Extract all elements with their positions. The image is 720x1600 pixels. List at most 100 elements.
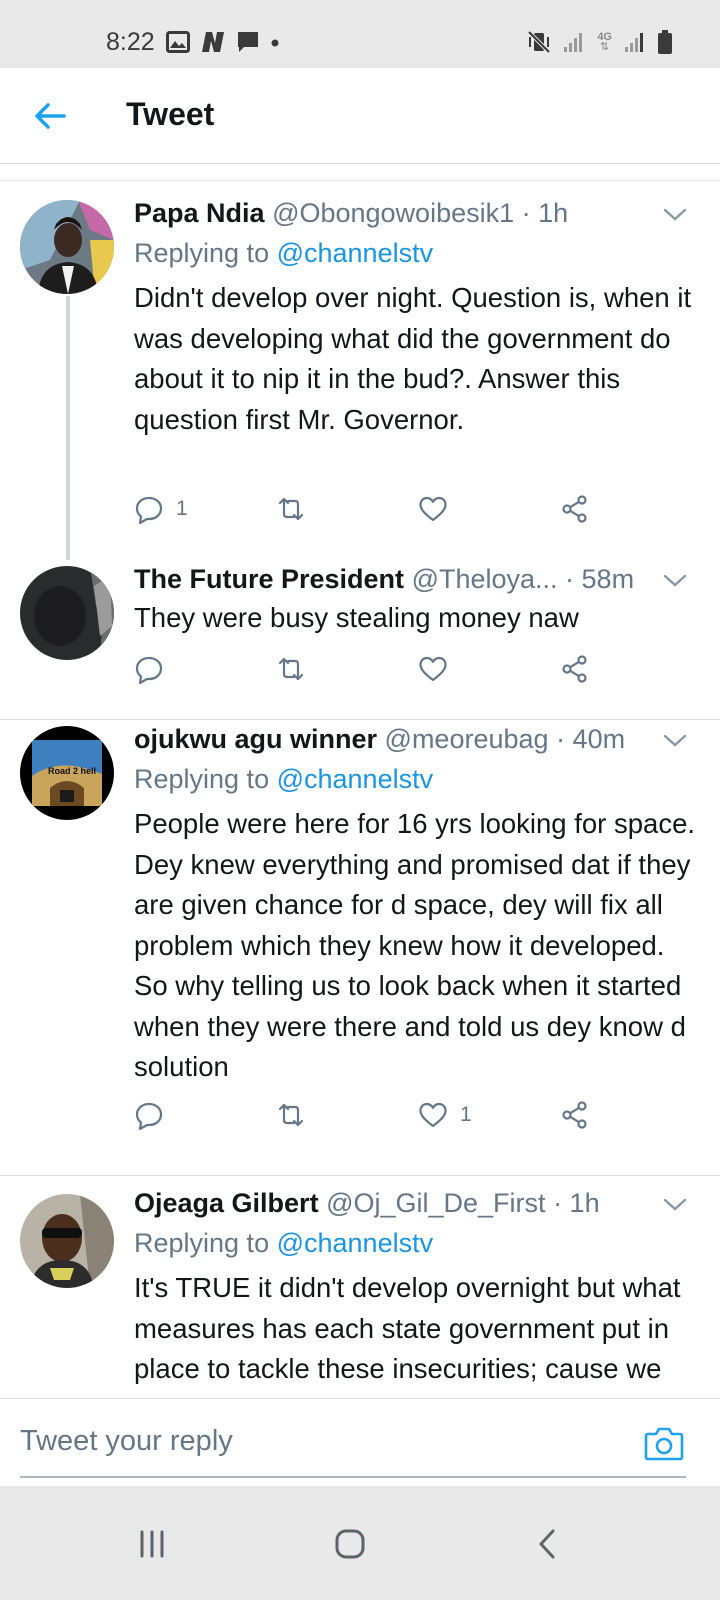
reply-button[interactable]: 1 xyxy=(134,494,188,524)
status-time: 8:22 xyxy=(106,28,155,56)
retweet-button[interactable] xyxy=(276,654,318,684)
tweet-time: · 40m xyxy=(556,724,626,754)
share-button[interactable] xyxy=(560,494,590,524)
chevron-down-icon[interactable] xyxy=(660,1190,690,1220)
retweet-button[interactable] xyxy=(276,1100,318,1130)
author-name[interactable]: ojukwu agu winner xyxy=(134,724,377,754)
tweet-papa-ndia[interactable]: Papa Ndia @Obongowoibesik1 · 1h Replying… xyxy=(0,196,720,560)
avatar-image xyxy=(20,200,114,294)
heart-icon xyxy=(419,656,447,682)
like-button[interactable] xyxy=(418,654,460,684)
avatar[interactable] xyxy=(20,200,114,294)
share-icon xyxy=(562,495,587,523)
reply-composer xyxy=(0,1398,720,1486)
tweet-header: Papa Ndia @Obongowoibesik1 · 1h xyxy=(134,196,666,230)
signal-icon xyxy=(564,33,583,52)
recent-apps-icon[interactable] xyxy=(130,1522,174,1566)
back-icon[interactable] xyxy=(526,1522,570,1566)
battery-icon xyxy=(658,30,672,54)
author-name[interactable]: Papa Ndia xyxy=(134,198,265,228)
status-bar: 8:22 4G ⇅ xyxy=(0,0,720,68)
replying-to: Replying to @channelstv xyxy=(134,236,433,270)
mute-vibrate-icon xyxy=(527,30,551,54)
reply-icon xyxy=(135,656,163,684)
like-button[interactable]: 1 xyxy=(418,1100,472,1130)
message-icon xyxy=(238,32,258,52)
tweet-time: · 1h xyxy=(521,198,569,228)
share-icon xyxy=(562,655,587,683)
avatar[interactable] xyxy=(20,566,114,660)
replying-to: Replying to @channelstv xyxy=(134,1226,433,1260)
page-title: Tweet xyxy=(126,96,215,132)
chevron-down-icon[interactable] xyxy=(660,726,690,756)
avatar-caption: Road 2 hell xyxy=(48,766,97,776)
home-icon[interactable] xyxy=(328,1522,372,1566)
chevron-down-icon[interactable] xyxy=(660,566,690,596)
mention-link[interactable]: @channelstv xyxy=(277,764,434,794)
retweet-icon xyxy=(278,1103,304,1127)
tweet-text: They were busy stealing money naw xyxy=(134,602,579,633)
thread-connector xyxy=(66,296,70,560)
reply-button[interactable] xyxy=(134,1100,176,1130)
tweet-header: Ojeaga Gilbert @Oj_Gil_De_First · 1h xyxy=(134,1186,666,1220)
retweet-button[interactable] xyxy=(276,494,318,524)
tweet-header: ojukwu agu winner @meoreubag · 40m xyxy=(134,722,666,756)
tweet-reply-input[interactable] xyxy=(20,1425,620,1458)
tweet-ojukwu-agu-winner[interactable]: Road 2 hell ojukwu agu winner @meoreubag… xyxy=(0,722,720,1150)
replying-to: Replying to @channelstv xyxy=(134,762,433,796)
tweet-time: · 58m xyxy=(565,564,635,594)
author-name[interactable]: Ojeaga Gilbert xyxy=(134,1188,319,1218)
author-handle[interactable]: @Obongowoibesik1 xyxy=(272,198,514,228)
replying-to-label: Replying to xyxy=(134,1228,277,1258)
status-icons-left xyxy=(166,30,280,54)
share-button[interactable] xyxy=(560,1100,590,1130)
author-handle[interactable]: @Theloya... xyxy=(412,564,558,594)
heart-icon xyxy=(419,1102,447,1128)
gallery-icon xyxy=(166,31,190,53)
reply-count: 1 xyxy=(176,497,188,520)
network-type-icon: 4G ⇅ xyxy=(597,32,612,53)
author-handle[interactable]: @Oj_Gil_De_First xyxy=(326,1188,545,1218)
data-arrows-icon: ⇅ xyxy=(600,41,610,53)
reply-icon xyxy=(135,496,163,524)
chevron-down-icon[interactable] xyxy=(660,200,690,230)
mention-link[interactable]: @channelstv xyxy=(277,238,434,268)
retweet-icon xyxy=(278,497,304,521)
reply-icon xyxy=(135,1102,163,1130)
tweet-text: People were here for 16 yrs looking for … xyxy=(134,808,695,1082)
author-name[interactable]: The Future President xyxy=(134,564,404,594)
author-handle[interactable]: @meoreubag xyxy=(385,724,549,754)
tweet-actions: 1 xyxy=(134,1100,614,1136)
share-button[interactable] xyxy=(560,654,590,684)
top-app-bar: Tweet xyxy=(0,68,720,164)
n-app-icon xyxy=(202,32,224,52)
mention-link[interactable]: @channelstv xyxy=(277,1228,434,1258)
retweet-icon xyxy=(278,657,304,681)
back-arrow-icon[interactable] xyxy=(30,96,70,136)
tweet-text: It's TRUE it didn't develop overnight bu… xyxy=(134,1272,681,1398)
system-nav-bar xyxy=(0,1486,720,1600)
tweet-ojeaga-gilbert[interactable]: Ojeaga Gilbert @Oj_Gil_De_First · 1h Rep… xyxy=(0,1182,720,1398)
heart-icon xyxy=(419,496,447,522)
avatar[interactable] xyxy=(20,1194,114,1288)
like-count: 1 xyxy=(460,1103,472,1126)
dot-icon xyxy=(271,39,279,47)
divider xyxy=(0,180,720,181)
tweet-the-future-president[interactable]: The Future President @Theloya... · 58m T… xyxy=(0,562,720,702)
tweet-header: The Future President @Theloya... · 58m xyxy=(134,562,666,596)
reply-button[interactable] xyxy=(134,654,176,684)
divider xyxy=(0,1175,720,1176)
avatar[interactable]: Road 2 hell xyxy=(20,726,114,820)
input-underline xyxy=(20,1476,686,1478)
signal-icon-2 xyxy=(625,33,643,52)
camera-icon[interactable] xyxy=(644,1425,684,1461)
replying-to-label: Replying to xyxy=(134,764,277,794)
share-icon xyxy=(562,1101,587,1129)
tweet-text: Didn't develop over night. Question is, … xyxy=(134,282,692,435)
status-icons-right: 4G ⇅ xyxy=(527,30,672,54)
replying-to-label: Replying to xyxy=(134,238,277,268)
tweet-time: · 1h xyxy=(553,1188,600,1218)
tweet-actions xyxy=(134,654,614,690)
like-button[interactable] xyxy=(418,494,460,524)
avatar-image xyxy=(20,566,114,660)
